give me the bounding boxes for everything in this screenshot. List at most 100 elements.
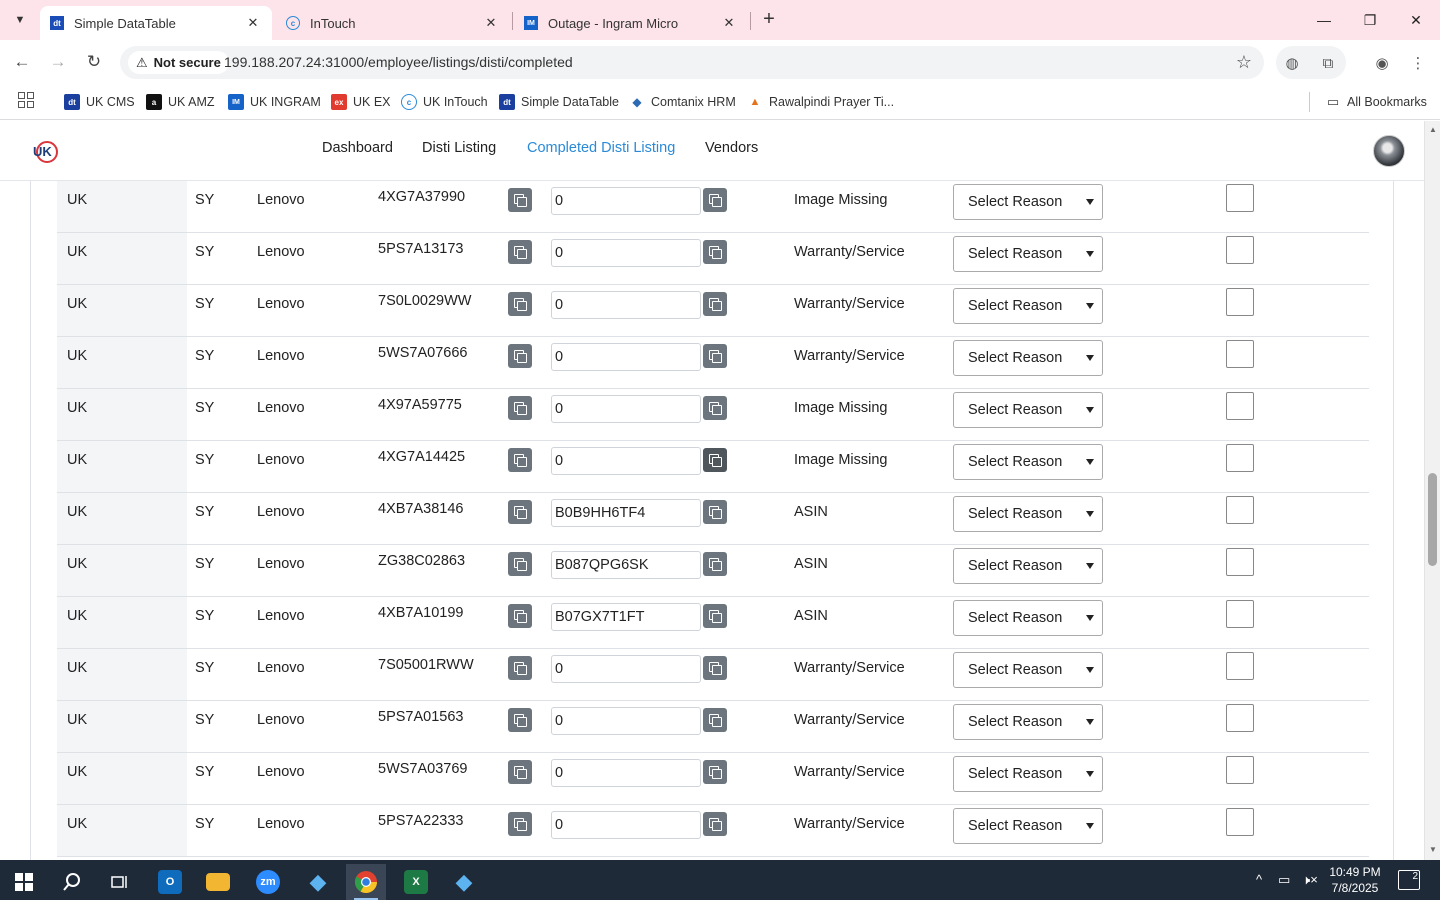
- outlook-icon[interactable]: O: [150, 864, 190, 900]
- close-window-icon[interactable]: ✕: [1398, 6, 1434, 34]
- asin-input[interactable]: [551, 395, 701, 423]
- start-icon[interactable]: [4, 864, 44, 900]
- scrollbar-thumb[interactable]: [1428, 473, 1437, 566]
- copy-value-button[interactable]: [703, 344, 727, 368]
- copy-sku-button[interactable]: [508, 708, 532, 732]
- reason-select[interactable]: Select Reason: [953, 756, 1103, 792]
- row-checkbox[interactable]: [1226, 600, 1254, 628]
- asin-input[interactable]: [551, 291, 701, 319]
- tab-search-menu-button[interactable]: ▼: [6, 6, 34, 34]
- page-scrollbar[interactable]: ▲ ▼: [1424, 121, 1440, 860]
- tab-outage-ingram[interactable]: IM Outage - Ingram Micro ✕: [514, 6, 748, 40]
- close-icon[interactable]: ✕: [720, 14, 738, 32]
- bookmark-uk-intouch[interactable]: c UK InTouch: [401, 92, 488, 112]
- copy-value-button[interactable]: [703, 188, 727, 212]
- asin-input[interactable]: [551, 759, 701, 787]
- uk-logo[interactable]: UK: [32, 138, 60, 164]
- row-checkbox[interactable]: [1226, 496, 1254, 524]
- copy-sku-button[interactable]: [508, 448, 532, 472]
- scroll-down-arrow-icon[interactable]: ▼: [1429, 845, 1437, 854]
- row-checkbox[interactable]: [1226, 808, 1254, 836]
- address-bar[interactable]: ⚠ Not secure 199.188.207.24:31000/employ…: [120, 46, 1264, 79]
- url-text[interactable]: 199.188.207.24:31000/employee/listings/d…: [224, 54, 573, 70]
- minimize-icon[interactable]: —: [1306, 6, 1342, 34]
- system-clock[interactable]: 10:49 PM 7/8/2025: [1316, 864, 1394, 896]
- copy-sku-button[interactable]: [508, 812, 532, 836]
- chrome-icon[interactable]: [346, 864, 386, 900]
- row-checkbox[interactable]: [1226, 236, 1254, 264]
- excel-icon[interactable]: X: [396, 864, 436, 900]
- reason-select[interactable]: Select Reason: [953, 236, 1103, 272]
- bookmark-uk-cms[interactable]: dt UK CMS: [64, 92, 135, 112]
- reason-select[interactable]: Select Reason: [953, 548, 1103, 584]
- more-menu-icon[interactable]: ⋮: [1408, 53, 1428, 73]
- row-checkbox[interactable]: [1226, 652, 1254, 680]
- copy-sku-button[interactable]: [508, 656, 532, 680]
- globe-icon[interactable]: ◍: [1282, 53, 1302, 73]
- copy-value-button[interactable]: [703, 396, 727, 420]
- reason-select[interactable]: Select Reason: [953, 808, 1103, 844]
- bookmark-star-icon[interactable]: ☆: [1236, 52, 1252, 73]
- copy-value-button[interactable]: [703, 448, 727, 472]
- reason-select[interactable]: Select Reason: [953, 392, 1103, 428]
- reason-select[interactable]: Select Reason: [953, 288, 1103, 324]
- asin-input[interactable]: [551, 551, 701, 579]
- apps-grid-icon[interactable]: [18, 92, 34, 108]
- bookmark-uk-ex[interactable]: ex UK EX: [331, 92, 391, 112]
- reason-select[interactable]: Select Reason: [953, 600, 1103, 636]
- copy-value-button[interactable]: [703, 708, 727, 732]
- tray-chevron-icon[interactable]: ^: [1256, 872, 1262, 887]
- copy-sku-button[interactable]: [508, 188, 532, 212]
- reason-select[interactable]: Select Reason: [953, 704, 1103, 740]
- notifications-icon[interactable]: 2: [1398, 870, 1420, 890]
- asin-input[interactable]: [551, 343, 701, 371]
- copy-sku-button[interactable]: [508, 396, 532, 420]
- profile-icon[interactable]: ◉: [1372, 53, 1392, 73]
- bookmark-comtanix-hrm[interactable]: ◆ Comtanix HRM: [629, 92, 735, 112]
- all-bookmarks-folder[interactable]: ▭ All Bookmarks: [1325, 92, 1427, 112]
- bookmark-uk-amz[interactable]: a UK AMZ: [146, 92, 215, 112]
- new-tab-button[interactable]: +: [758, 8, 780, 30]
- row-checkbox[interactable]: [1226, 288, 1254, 316]
- close-icon[interactable]: ✕: [244, 14, 262, 32]
- row-checkbox[interactable]: [1226, 184, 1254, 212]
- nav-dashboard[interactable]: Dashboard: [322, 140, 393, 156]
- network-icon[interactable]: ▭: [1278, 872, 1290, 888]
- copy-value-button[interactable]: [703, 812, 727, 836]
- asin-input[interactable]: [551, 707, 701, 735]
- asin-input[interactable]: [551, 811, 701, 839]
- row-checkbox[interactable]: [1226, 756, 1254, 784]
- bookmark-simple-datatable[interactable]: dt Simple DataTable: [499, 92, 619, 112]
- scroll-up-arrow-icon[interactable]: ▲: [1429, 125, 1437, 134]
- back-icon[interactable]: ←: [8, 48, 36, 76]
- app-diamond-icon-2[interactable]: ◆: [444, 864, 484, 900]
- row-checkbox[interactable]: [1226, 548, 1254, 576]
- reason-select[interactable]: Select Reason: [953, 340, 1103, 376]
- file-explorer-icon[interactable]: [198, 864, 238, 900]
- copy-value-button[interactable]: [703, 656, 727, 680]
- reload-icon[interactable]: ↻: [80, 48, 108, 76]
- row-checkbox[interactable]: [1226, 704, 1254, 732]
- reason-select[interactable]: Select Reason: [953, 444, 1103, 480]
- app-diamond-icon[interactable]: ◆: [298, 864, 338, 900]
- tab-intouch[interactable]: c InTouch ✕: [276, 6, 510, 40]
- copy-sku-button[interactable]: [508, 344, 532, 368]
- copy-value-button[interactable]: [703, 552, 727, 576]
- zoom-icon[interactable]: zm: [248, 864, 288, 900]
- nav-disti-listing[interactable]: Disti Listing: [422, 140, 496, 156]
- copy-sku-button[interactable]: [508, 240, 532, 264]
- copy-value-button[interactable]: [703, 292, 727, 316]
- reason-select[interactable]: Select Reason: [953, 184, 1103, 220]
- asin-input[interactable]: [551, 655, 701, 683]
- security-chip[interactable]: ⚠ Not secure: [128, 51, 229, 74]
- bookmark-uk-ingram[interactable]: IM UK INGRAM: [228, 92, 321, 112]
- copy-value-button[interactable]: [703, 240, 727, 264]
- nav-vendors[interactable]: Vendors: [705, 140, 758, 156]
- copy-sku-button[interactable]: [508, 292, 532, 316]
- copy-sku-button[interactable]: [508, 552, 532, 576]
- copy-sku-button[interactable]: [508, 604, 532, 628]
- asin-input[interactable]: [551, 603, 701, 631]
- reason-select[interactable]: Select Reason: [953, 496, 1103, 532]
- copy-sku-button[interactable]: [508, 760, 532, 784]
- close-icon[interactable]: ✕: [482, 14, 500, 32]
